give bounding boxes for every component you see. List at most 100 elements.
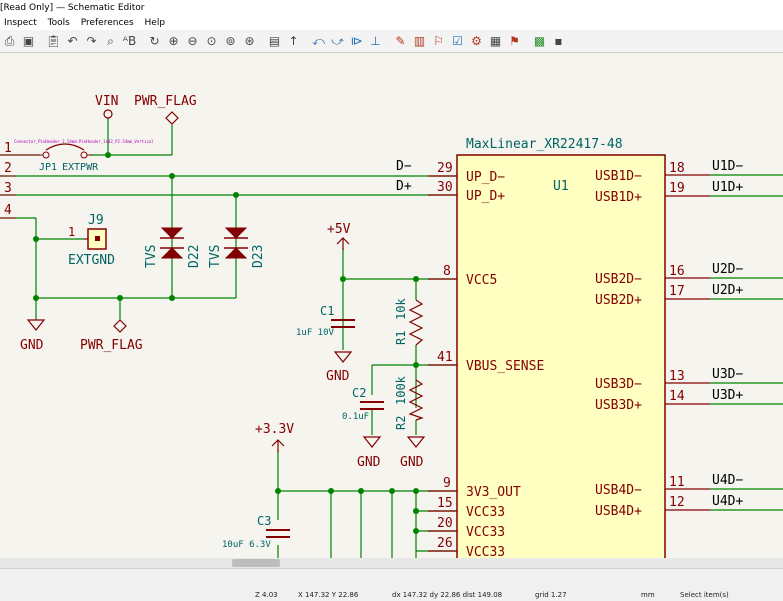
pcb-editor-icon[interactable]: ▩	[530, 32, 549, 51]
resistor-r2[interactable]: R2 100k	[394, 375, 424, 430]
scripting-console-icon[interactable]: ▪	[549, 32, 568, 51]
jp1-footprint: Connector_PinHeader_2.54mm:PinHeader_1x0…	[14, 139, 154, 144]
redo-icon[interactable]: ↷	[82, 32, 101, 51]
zoom-selection-icon[interactable]: ⊛	[240, 32, 259, 51]
jp1-value: EXTPWR	[62, 162, 99, 173]
pin-number: 8	[443, 264, 451, 279]
c1-ref: C1	[320, 304, 334, 318]
annotate-icon[interactable]: ⚐	[429, 32, 448, 51]
pin-number: 15	[437, 496, 453, 511]
pin-name: USB1D+	[595, 190, 642, 205]
pin-name: USB1D−	[595, 169, 642, 184]
status-units: mm	[641, 591, 655, 599]
pin-number: 18	[669, 161, 685, 176]
r1-value: 10k	[394, 298, 408, 320]
pin-name: USB2D+	[595, 293, 642, 308]
u1-value: MaxLinear_XR22417-48	[466, 137, 623, 152]
gnd-c2[interactable]: GND	[357, 436, 382, 470]
pin-name: VCC33	[466, 545, 505, 558]
gnd-c1[interactable]: GND	[326, 351, 353, 384]
pin-number: 14	[669, 389, 685, 404]
print-icon[interactable]: ⎙	[0, 32, 19, 51]
horizontal-scrollbar[interactable]	[0, 558, 783, 568]
pin-name: VBUS_SENSE	[466, 359, 544, 374]
resistor-r1[interactable]: R1 10k	[394, 298, 424, 346]
find-icon[interactable]: ⌕	[101, 32, 120, 51]
status-grid: grid 1.27	[535, 591, 567, 599]
pin-name: VCC33	[466, 505, 505, 520]
d23-ref: D23	[251, 245, 266, 268]
scrollbar-thumb[interactable]	[232, 559, 280, 567]
plus3v3-symbol[interactable]: +3.3V	[255, 422, 294, 452]
pin-name: USB2D−	[595, 272, 642, 287]
menu-bar: Inspect Tools Preferences Help	[0, 16, 783, 30]
pin-number: 19	[669, 181, 685, 196]
pin-name: 3V3_OUT	[466, 485, 521, 500]
wire-number: 1	[4, 141, 12, 156]
rotate-cw-icon[interactable]: ⤻	[328, 32, 347, 51]
assign-footprints-icon[interactable]: ⚙	[467, 32, 486, 51]
vin-symbol[interactable]: VIN	[95, 94, 118, 119]
schematic-canvas[interactable]: 1 2 3 4 VIN PWR_FLAG Connector_PinHeader…	[0, 53, 783, 558]
symbol-editor-icon[interactable]: ✎	[391, 32, 410, 51]
capacitor-c1[interactable]: C1 1uF 10V	[296, 304, 355, 338]
schematic-drawing[interactable]: 1 2 3 4 VIN PWR_FLAG Connector_PinHeader…	[0, 53, 783, 558]
j9-ref: J9	[88, 213, 104, 228]
zoom-fit-icon[interactable]: ⊙	[202, 32, 221, 51]
fields-editor-icon[interactable]: ⚑	[505, 32, 524, 51]
u1-right-pin-numbers: 18 19 16 17 13 14 11 12	[669, 161, 685, 510]
refresh-icon[interactable]: ↻	[145, 32, 164, 51]
net-label: U1D−	[712, 159, 743, 174]
pin-number: 41	[437, 350, 453, 365]
wire-number: 2	[4, 161, 12, 176]
menu-help[interactable]: Help	[145, 18, 166, 28]
mirror-v-icon[interactable]: ⊥	[366, 32, 385, 51]
menu-tools[interactable]: Tools	[48, 18, 70, 28]
symbol-browser-icon[interactable]: ▥	[410, 32, 429, 51]
pin-number: 12	[669, 495, 685, 510]
tvs-d22[interactable]: TVS D22	[144, 227, 202, 268]
navigate-up-icon[interactable]: ↑	[284, 32, 303, 51]
connector-j9[interactable]: J9 1 EXTGND	[68, 213, 115, 268]
j9-pin: 1	[68, 225, 75, 239]
pin-number: 17	[669, 284, 685, 299]
bom-icon[interactable]: ▦	[486, 32, 505, 51]
zoom-objects-icon[interactable]: ⊚	[221, 32, 240, 51]
rotate-ccw-icon[interactable]: ⤺	[309, 32, 328, 51]
menu-preferences[interactable]: Preferences	[81, 18, 134, 28]
find-replace-icon[interactable]: ᴬB	[120, 32, 139, 51]
paste-icon[interactable]: 📋︎	[44, 32, 63, 51]
jumper-jp1[interactable]: Connector_PinHeader_2.54mm:PinHeader_1x0…	[14, 139, 154, 173]
undo-icon[interactable]: ↶	[63, 32, 82, 51]
pin-name: UP_D+	[466, 189, 505, 204]
net-label: U3D−	[712, 367, 743, 382]
status-mode: Select item(s)	[680, 591, 729, 599]
gnd-left[interactable]: GND	[20, 319, 46, 353]
net-label: U2D−	[712, 262, 743, 277]
capacitor-c2[interactable]: C2 0.1uF	[342, 386, 384, 422]
pin-number: 9	[443, 476, 451, 491]
zoom-out-icon[interactable]: ⊖	[183, 32, 202, 51]
erc-icon[interactable]: ☑	[448, 32, 467, 51]
u1-left-pin-numbers: 29 30 8 41 9 15 20 26	[437, 161, 453, 551]
capacitor-c3[interactable]: C3 10uF 6.3V	[222, 514, 290, 550]
jp1-ref: JP1	[39, 162, 57, 173]
status-bar: Z 4.03 X 147.32 Y 22.86 dx 147.32 dy 22.…	[0, 568, 783, 601]
pin-number: 30	[437, 180, 453, 195]
d22-ref: D22	[187, 245, 202, 268]
net-label-dp: D+	[396, 179, 412, 194]
net-label: U1D+	[712, 180, 743, 195]
plot-icon[interactable]: ▣	[19, 32, 38, 51]
c3-ref: C3	[257, 514, 271, 528]
gnd-r2[interactable]: GND	[400, 436, 426, 470]
hierarchy-icon[interactable]: ▤	[265, 32, 284, 51]
mirror-h-icon[interactable]: ⧐	[347, 32, 366, 51]
tvs-d23[interactable]: TVS D23	[208, 227, 266, 268]
j9-value: EXTGND	[68, 253, 115, 268]
pin-name: VCC5	[466, 273, 497, 288]
pwr-flag-bottom[interactable]: PWR_FLAG	[80, 319, 143, 353]
pwr-flag-top[interactable]: PWR_FLAG	[134, 94, 197, 125]
zoom-in-icon[interactable]: ⊕	[164, 32, 183, 51]
menu-inspect[interactable]: Inspect	[4, 18, 37, 28]
plus5v-symbol[interactable]: +5V	[327, 222, 351, 250]
